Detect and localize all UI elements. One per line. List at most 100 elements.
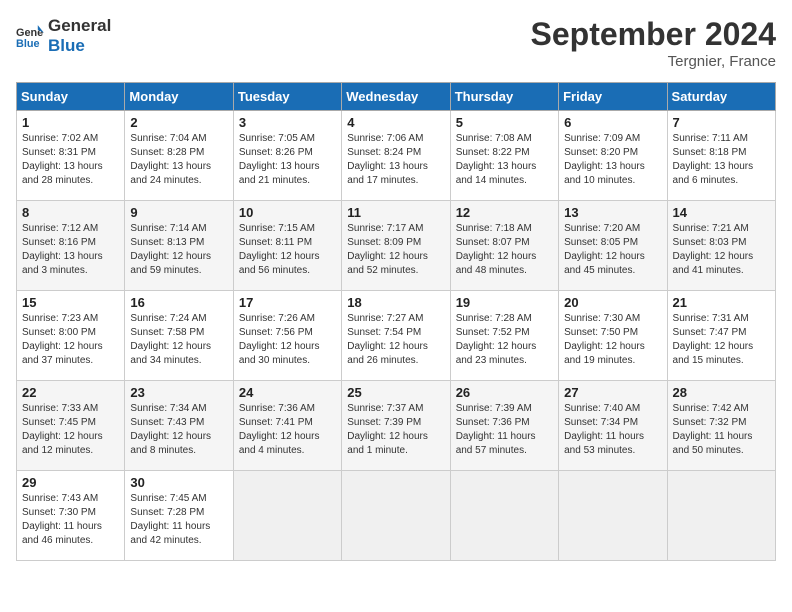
- day-number: 8: [22, 205, 119, 220]
- day-number: 30: [130, 475, 227, 490]
- day-number: 14: [673, 205, 770, 220]
- day-info: Sunrise: 7:27 AMSunset: 7:54 PMDaylight:…: [347, 313, 428, 366]
- day-info: Sunrise: 7:11 AMSunset: 8:18 PMDaylight:…: [673, 133, 754, 186]
- calendar-day-cell: 6 Sunrise: 7:09 AMSunset: 8:20 PMDayligh…: [559, 111, 667, 201]
- calendar-week-row: 22 Sunrise: 7:33 AMSunset: 7:45 PMDaylig…: [17, 381, 776, 471]
- calendar-day-cell: [559, 471, 667, 561]
- day-number: 19: [456, 295, 553, 310]
- day-info: Sunrise: 7:33 AMSunset: 7:45 PMDaylight:…: [22, 403, 103, 456]
- logo: General Blue General Blue: [16, 16, 111, 57]
- day-info: Sunrise: 7:02 AMSunset: 8:31 PMDaylight:…: [22, 133, 103, 186]
- day-number: 24: [239, 385, 336, 400]
- day-info: Sunrise: 7:23 AMSunset: 8:00 PMDaylight:…: [22, 313, 103, 366]
- day-number: 28: [673, 385, 770, 400]
- day-number: 16: [130, 295, 227, 310]
- calendar-day-cell: 24 Sunrise: 7:36 AMSunset: 7:41 PMDaylig…: [233, 381, 341, 471]
- day-info: Sunrise: 7:17 AMSunset: 8:09 PMDaylight:…: [347, 223, 428, 276]
- day-number: 5: [456, 115, 553, 130]
- day-number: 18: [347, 295, 444, 310]
- calendar-day-cell: 11 Sunrise: 7:17 AMSunset: 8:09 PMDaylig…: [342, 201, 450, 291]
- calendar-body: 1 Sunrise: 7:02 AMSunset: 8:31 PMDayligh…: [17, 111, 776, 561]
- calendar-day-cell: 4 Sunrise: 7:06 AMSunset: 8:24 PMDayligh…: [342, 111, 450, 201]
- day-number: 3: [239, 115, 336, 130]
- day-number: 7: [673, 115, 770, 130]
- calendar-day-cell: 14 Sunrise: 7:21 AMSunset: 8:03 PMDaylig…: [667, 201, 775, 291]
- day-number: 21: [673, 295, 770, 310]
- day-info: Sunrise: 7:05 AMSunset: 8:26 PMDaylight:…: [239, 133, 320, 186]
- day-info: Sunrise: 7:24 AMSunset: 7:58 PMDaylight:…: [130, 313, 211, 366]
- calendar-day-cell: 3 Sunrise: 7:05 AMSunset: 8:26 PMDayligh…: [233, 111, 341, 201]
- calendar-header: SundayMondayTuesdayWednesdayThursdayFrid…: [17, 83, 776, 111]
- calendar-day-cell: 17 Sunrise: 7:26 AMSunset: 7:56 PMDaylig…: [233, 291, 341, 381]
- calendar-day-cell: 1 Sunrise: 7:02 AMSunset: 8:31 PMDayligh…: [17, 111, 125, 201]
- day-number: 17: [239, 295, 336, 310]
- calendar-day-cell: 22 Sunrise: 7:33 AMSunset: 7:45 PMDaylig…: [17, 381, 125, 471]
- day-number: 13: [564, 205, 661, 220]
- logo-icon: General Blue: [16, 22, 44, 50]
- day-info: Sunrise: 7:20 AMSunset: 8:05 PMDaylight:…: [564, 223, 645, 276]
- day-info: Sunrise: 7:31 AMSunset: 7:47 PMDaylight:…: [673, 313, 754, 366]
- calendar-day-cell: 15 Sunrise: 7:23 AMSunset: 8:00 PMDaylig…: [17, 291, 125, 381]
- calendar-day-cell: 28 Sunrise: 7:42 AMSunset: 7:32 PMDaylig…: [667, 381, 775, 471]
- days-of-week-row: SundayMondayTuesdayWednesdayThursdayFrid…: [17, 83, 776, 111]
- svg-text:Blue: Blue: [16, 38, 40, 50]
- calendar-day-cell: [450, 471, 558, 561]
- day-number: 22: [22, 385, 119, 400]
- day-info: Sunrise: 7:43 AMSunset: 7:30 PMDaylight:…: [22, 493, 102, 546]
- calendar-day-cell: 2 Sunrise: 7:04 AMSunset: 8:28 PMDayligh…: [125, 111, 233, 201]
- calendar-table: SundayMondayTuesdayWednesdayThursdayFrid…: [16, 82, 776, 561]
- calendar-day-cell: [342, 471, 450, 561]
- calendar-day-cell: 29 Sunrise: 7:43 AMSunset: 7:30 PMDaylig…: [17, 471, 125, 561]
- day-info: Sunrise: 7:08 AMSunset: 8:22 PMDaylight:…: [456, 133, 537, 186]
- day-info: Sunrise: 7:42 AMSunset: 7:32 PMDaylight:…: [673, 403, 753, 456]
- day-info: Sunrise: 7:04 AMSunset: 8:28 PMDaylight:…: [130, 133, 211, 186]
- day-info: Sunrise: 7:18 AMSunset: 8:07 PMDaylight:…: [456, 223, 537, 276]
- day-info: Sunrise: 7:06 AMSunset: 8:24 PMDaylight:…: [347, 133, 428, 186]
- calendar-week-row: 15 Sunrise: 7:23 AMSunset: 8:00 PMDaylig…: [17, 291, 776, 381]
- calendar-day-cell: 18 Sunrise: 7:27 AMSunset: 7:54 PMDaylig…: [342, 291, 450, 381]
- calendar-week-row: 8 Sunrise: 7:12 AMSunset: 8:16 PMDayligh…: [17, 201, 776, 291]
- day-of-week-header: Thursday: [450, 83, 558, 111]
- day-info: Sunrise: 7:21 AMSunset: 8:03 PMDaylight:…: [673, 223, 754, 276]
- calendar-day-cell: 16 Sunrise: 7:24 AMSunset: 7:58 PMDaylig…: [125, 291, 233, 381]
- calendar-day-cell: 19 Sunrise: 7:28 AMSunset: 7:52 PMDaylig…: [450, 291, 558, 381]
- calendar-day-cell: 7 Sunrise: 7:11 AMSunset: 8:18 PMDayligh…: [667, 111, 775, 201]
- day-number: 1: [22, 115, 119, 130]
- day-number: 6: [564, 115, 661, 130]
- day-number: 12: [456, 205, 553, 220]
- calendar-day-cell: 5 Sunrise: 7:08 AMSunset: 8:22 PMDayligh…: [450, 111, 558, 201]
- day-number: 15: [22, 295, 119, 310]
- calendar-day-cell: 12 Sunrise: 7:18 AMSunset: 8:07 PMDaylig…: [450, 201, 558, 291]
- day-of-week-header: Sunday: [17, 83, 125, 111]
- day-number: 26: [456, 385, 553, 400]
- day-info: Sunrise: 7:12 AMSunset: 8:16 PMDaylight:…: [22, 223, 103, 276]
- day-number: 9: [130, 205, 227, 220]
- logo-text-line1: General: [48, 16, 111, 36]
- calendar-week-row: 1 Sunrise: 7:02 AMSunset: 8:31 PMDayligh…: [17, 111, 776, 201]
- day-number: 25: [347, 385, 444, 400]
- day-info: Sunrise: 7:39 AMSunset: 7:36 PMDaylight:…: [456, 403, 536, 456]
- day-info: Sunrise: 7:15 AMSunset: 8:11 PMDaylight:…: [239, 223, 320, 276]
- logo-text-line2: Blue: [48, 36, 111, 56]
- day-number: 2: [130, 115, 227, 130]
- day-number: 27: [564, 385, 661, 400]
- page-header: General Blue General Blue September 2024…: [16, 16, 776, 70]
- day-number: 29: [22, 475, 119, 490]
- calendar-week-row: 29 Sunrise: 7:43 AMSunset: 7:30 PMDaylig…: [17, 471, 776, 561]
- day-of-week-header: Monday: [125, 83, 233, 111]
- calendar-day-cell: 27 Sunrise: 7:40 AMSunset: 7:34 PMDaylig…: [559, 381, 667, 471]
- month-year-title: September 2024: [531, 16, 776, 53]
- calendar-day-cell: [233, 471, 341, 561]
- day-of-week-header: Saturday: [667, 83, 775, 111]
- calendar-day-cell: 25 Sunrise: 7:37 AMSunset: 7:39 PMDaylig…: [342, 381, 450, 471]
- day-info: Sunrise: 7:34 AMSunset: 7:43 PMDaylight:…: [130, 403, 211, 456]
- day-number: 20: [564, 295, 661, 310]
- calendar-day-cell: 13 Sunrise: 7:20 AMSunset: 8:05 PMDaylig…: [559, 201, 667, 291]
- calendar-day-cell: [667, 471, 775, 561]
- calendar-day-cell: 10 Sunrise: 7:15 AMSunset: 8:11 PMDaylig…: [233, 201, 341, 291]
- calendar-day-cell: 26 Sunrise: 7:39 AMSunset: 7:36 PMDaylig…: [450, 381, 558, 471]
- day-info: Sunrise: 7:26 AMSunset: 7:56 PMDaylight:…: [239, 313, 320, 366]
- day-info: Sunrise: 7:28 AMSunset: 7:52 PMDaylight:…: [456, 313, 537, 366]
- day-of-week-header: Friday: [559, 83, 667, 111]
- day-info: Sunrise: 7:40 AMSunset: 7:34 PMDaylight:…: [564, 403, 644, 456]
